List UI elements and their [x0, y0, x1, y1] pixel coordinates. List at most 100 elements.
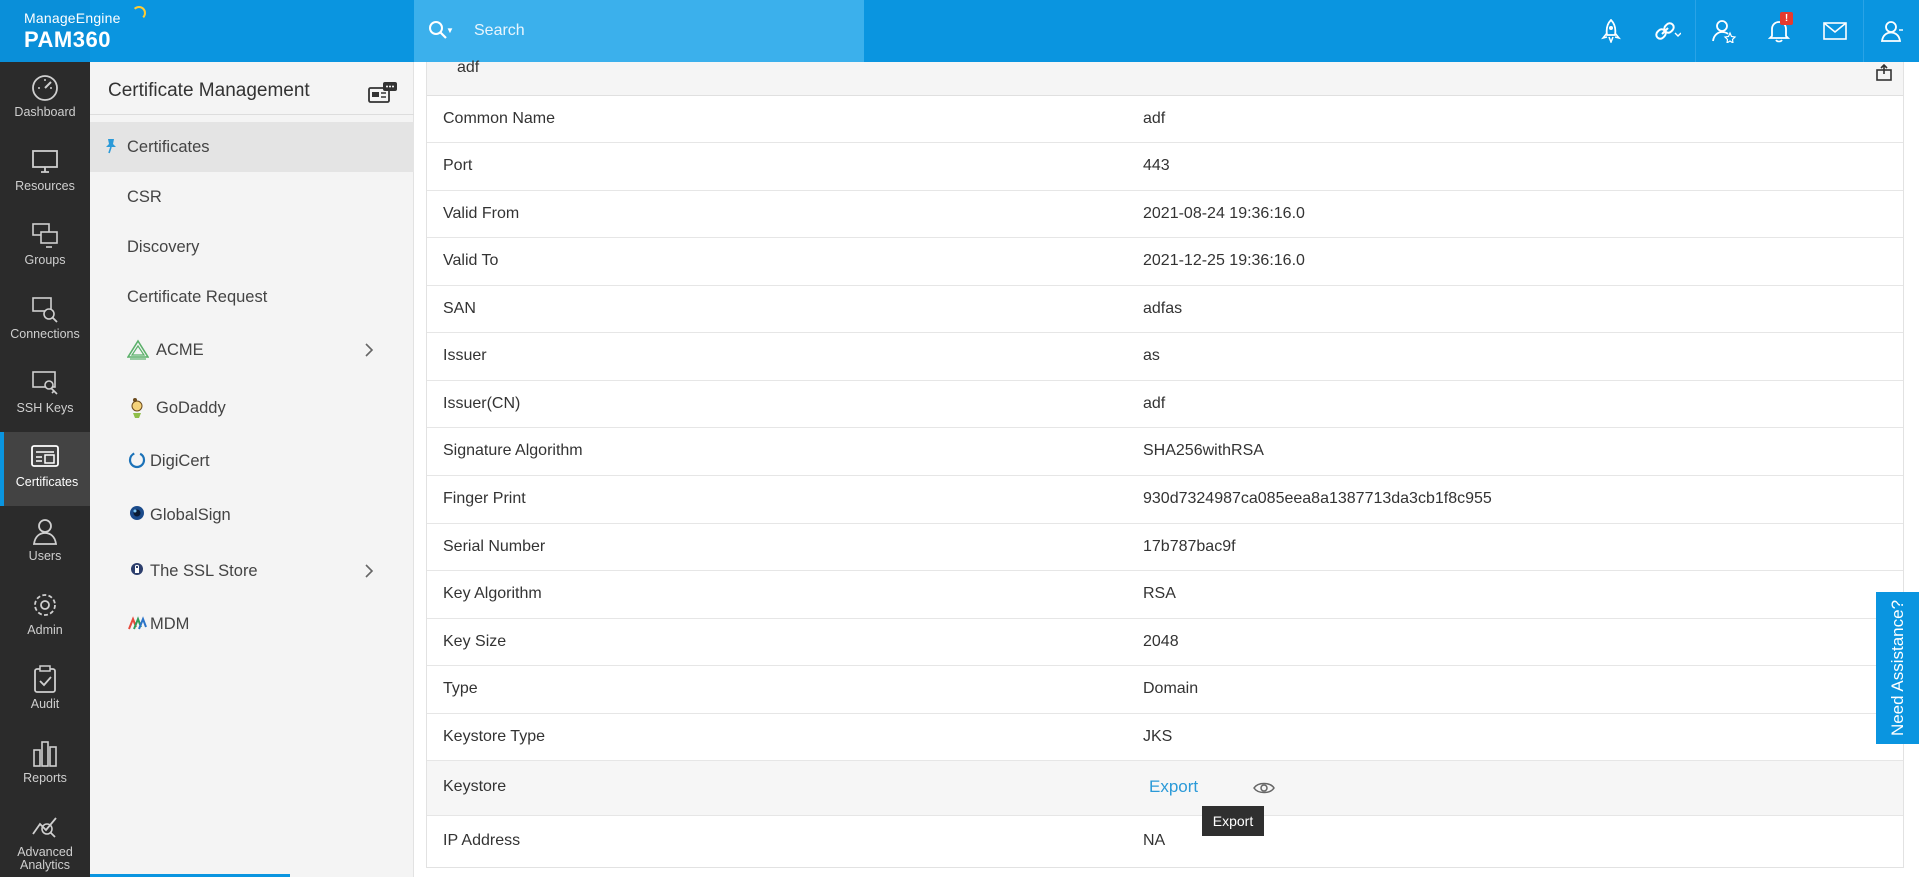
detail-value: adf [1143, 110, 1166, 127]
certificate-icon [31, 445, 59, 467]
globalsign-icon [130, 506, 144, 520]
user-icon[interactable] [1863, 0, 1919, 62]
keystore-export-link[interactable]: Export [1149, 777, 1198, 797]
search-input[interactable] [474, 19, 844, 43]
certificate-details-panel: adf Common Name adf Port 443 Valid From 202… [426, 59, 1904, 868]
chevron-right-icon[interactable] [362, 341, 376, 359]
need-assistance-button[interactable]: Need Assistance? [1876, 592, 1919, 744]
sidebar-item-csr[interactable]: CSR [90, 172, 414, 222]
detail-row-valid-from: Valid From 2021-08-24 19:36:16.0 [427, 191, 1903, 238]
mail-icon[interactable] [1807, 0, 1863, 62]
sidebar-item-godaddy[interactable]: GoDaddy [90, 383, 414, 433]
detail-row-san: SAN adfas [427, 286, 1903, 333]
connections-icon [32, 297, 58, 323]
sidebar-item-mdm[interactable]: MDM [90, 599, 414, 649]
detail-value: 17b787bac9f [1143, 538, 1236, 555]
top-bar: ManageEngine PAM360 ▼ ! [0, 0, 1919, 62]
nav-dashboard[interactable]: Dashboard [0, 62, 90, 136]
top-icons: ! [1583, 0, 1919, 62]
chevron-right-icon[interactable] [362, 562, 376, 580]
sidebar-title: Certificate Management [108, 80, 310, 101]
link-icon[interactable] [1639, 0, 1695, 62]
digicert-icon [128, 451, 146, 469]
details-header-title: adf [457, 59, 480, 76]
sidebar-item-acme[interactable]: ACME [90, 325, 414, 375]
nav-ssh-keys[interactable]: SSH Keys [0, 358, 90, 432]
detail-value: RSA [1143, 585, 1176, 602]
detail-value: 2048 [1143, 633, 1179, 650]
detail-value: 443 [1143, 157, 1170, 174]
sidebar-item-mdm-label: MDM [150, 614, 190, 633]
sidebar-item-certificate-request-label: Certificate Request [127, 287, 268, 306]
detail-row-key-size: Key Size 2048 [427, 619, 1903, 666]
detail-row-signature-algorithm: Signature Algorithm SHA256withRSA [427, 428, 1903, 476]
certificate-management-sidebar: Certificate Management Certificates CSR … [90, 62, 414, 877]
certificate-chat-icon[interactable] [368, 82, 398, 104]
detail-key: Keystore [443, 778, 507, 795]
sidebar-item-certificates[interactable]: Certificates [90, 122, 414, 172]
brand-logo[interactable]: ManageEngine PAM360 [0, 0, 120, 62]
brand-swoosh-icon [132, 6, 146, 20]
nav-advanced-analytics[interactable]: Advanced Analytics [0, 802, 90, 876]
eye-icon[interactable] [1253, 781, 1275, 795]
detail-key: Issuer(CN) [443, 395, 521, 412]
detail-key: Common Name [443, 110, 556, 127]
sidebar-item-globalsign[interactable]: GlobalSign [90, 490, 414, 540]
sidebar-item-digicert[interactable]: DigiCert [90, 436, 414, 486]
detail-key: Key Algorithm [443, 585, 542, 602]
nav-users[interactable]: Users [0, 506, 90, 580]
gear-icon [34, 594, 56, 616]
sidebar-item-csr-label: CSR [127, 187, 162, 206]
pin-icon[interactable] [104, 138, 118, 154]
detail-row-issuer-cn: Issuer(CN) adf [427, 381, 1903, 428]
nav-resources-label: Resources [15, 179, 75, 193]
detail-value: 930d7324987ca085eea8a1387713da3cb1f8c955 [1143, 490, 1492, 507]
detail-key: IP Address [443, 832, 521, 849]
detail-value: adfas [1143, 300, 1183, 317]
detail-key: Type [443, 680, 478, 697]
nav-connections-label: Connections [10, 327, 80, 341]
nav-reports-label: Reports [23, 771, 67, 785]
search-dropdown-icon[interactable]: ▼ [446, 26, 454, 35]
detail-value: Domain [1143, 680, 1199, 697]
export-icon[interactable] [1875, 64, 1893, 82]
search-bar[interactable]: ▼ [414, 0, 864, 62]
nav-audit-label: Audit [30, 697, 60, 711]
detail-value: 2021-12-25 19:36:16.0 [1143, 252, 1305, 269]
detail-row-common-name: Common Name adf [427, 96, 1903, 143]
need-assistance-label: Need Assistance? [1887, 599, 1907, 737]
details-header: adf [427, 59, 1903, 96]
sidebar-item-certificates-label: Certificates [127, 137, 210, 156]
sidebar-item-ssl-store[interactable]: The SSL Store [90, 546, 414, 596]
nav-resources[interactable]: Resources [0, 136, 90, 210]
rocket-icon[interactable] [1583, 0, 1639, 62]
clipboard-icon [34, 665, 56, 693]
sidebar-item-discovery[interactable]: Discovery [90, 222, 414, 272]
sidebar-item-digicert-label: DigiCert [150, 451, 210, 470]
sidebar-divider [90, 114, 414, 115]
mdm-icon [128, 616, 147, 630]
nav-reports[interactable]: Reports [0, 728, 90, 802]
monitor-icon [32, 150, 58, 173]
notification-badge: ! [1780, 12, 1793, 25]
nav-audit[interactable]: Audit [0, 654, 90, 728]
nav-groups[interactable]: Groups [0, 210, 90, 284]
sidebar-item-certificate-request[interactable]: Certificate Request [90, 272, 414, 322]
left-navigation: Dashboard Resources Groups Connections S… [0, 62, 90, 877]
detail-key: Valid From [443, 205, 520, 222]
nav-connections[interactable]: Connections [0, 284, 90, 358]
users-icon [32, 519, 58, 545]
ssh-keys-icon [32, 371, 58, 395]
dashboard-icon [32, 75, 58, 101]
sidebar-item-discovery-label: Discovery [127, 237, 200, 256]
bell-icon[interactable]: ! [1751, 0, 1807, 62]
detail-row-type: Type Domain [427, 666, 1903, 714]
nav-certificates[interactable]: Certificates [0, 432, 90, 506]
brand-product: PAM360 [24, 27, 111, 52]
detail-row-valid-to: Valid To 2021-12-25 19:36:16.0 [427, 238, 1903, 286]
search-icon[interactable] [428, 20, 448, 40]
export-tooltip: Export [1202, 806, 1264, 836]
nav-admin[interactable]: Admin [0, 580, 90, 654]
detail-value: adf [1143, 395, 1166, 412]
user-star-icon[interactable] [1695, 0, 1751, 62]
